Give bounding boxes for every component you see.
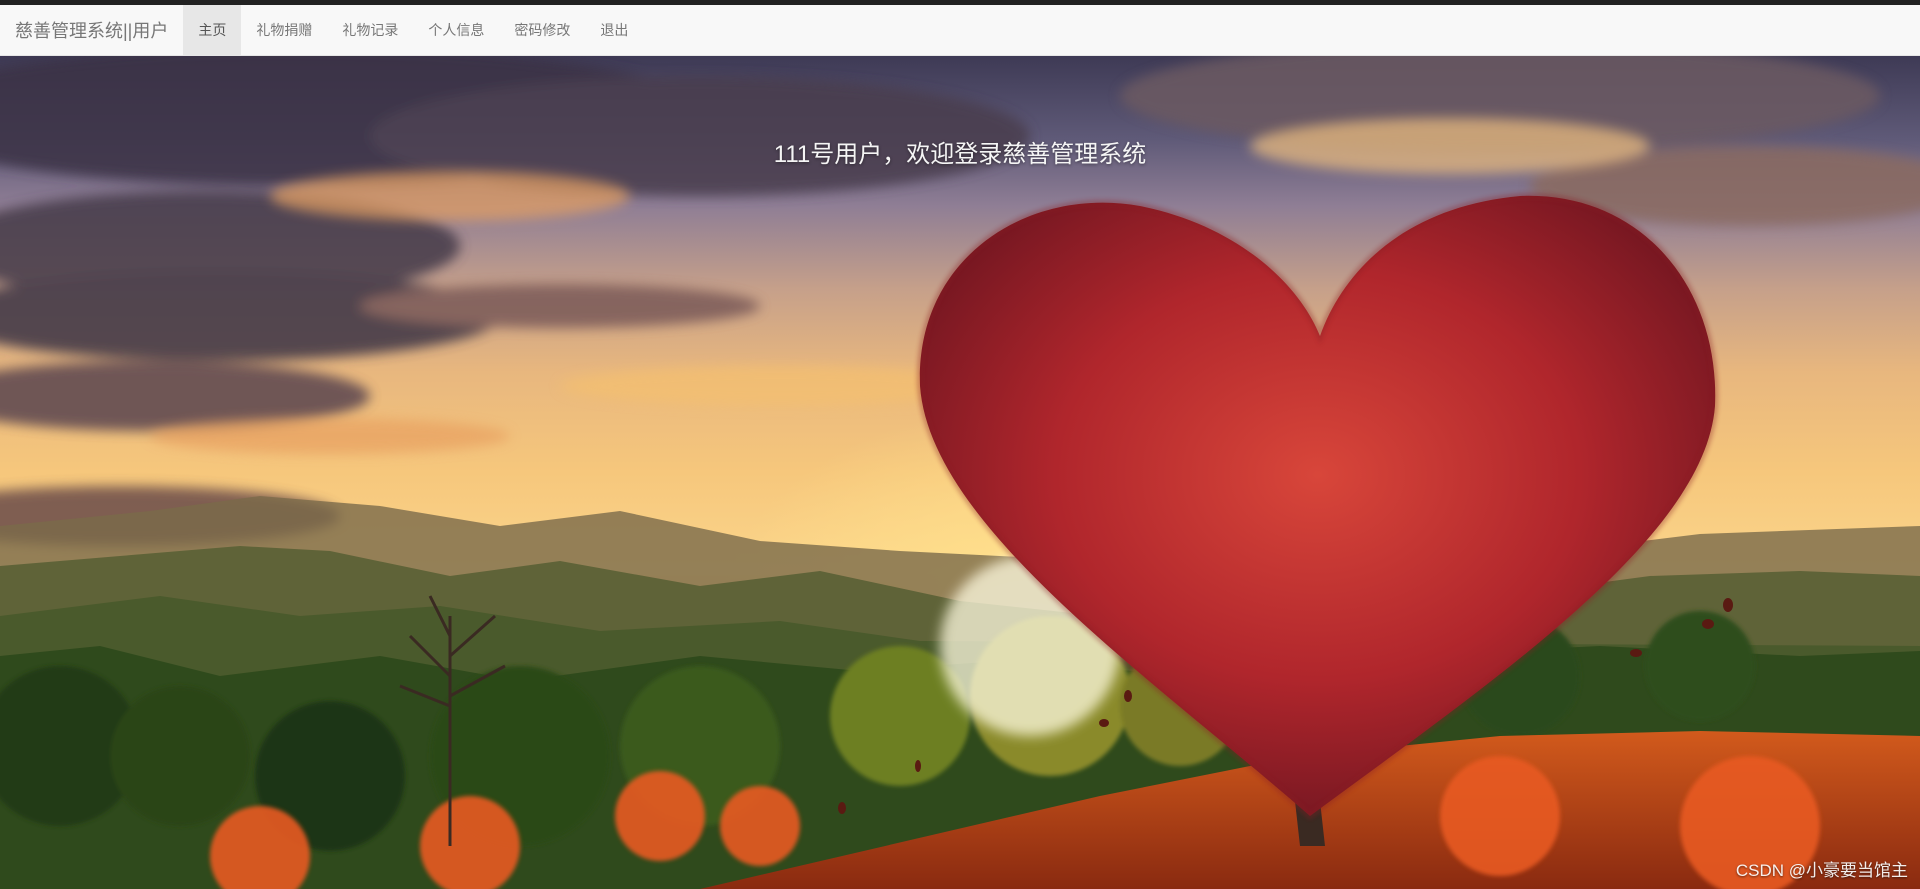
nav-item-gift-donation[interactable]: 礼物捐赠 — [241, 5, 327, 55]
nav-item-home[interactable]: 主页 — [183, 5, 242, 55]
nav-item-logout[interactable]: 退出 — [585, 5, 643, 55]
hero-background-image — [0, 56, 1920, 889]
hero-banner: 111号用户，欢迎登录慈善管理系统 CSDN @小豪要当馆主 — [0, 56, 1920, 889]
navbar-brand[interactable]: 慈善管理系统||用户 — [0, 5, 183, 55]
nav-item-gift-records[interactable]: 礼物记录 — [327, 5, 413, 55]
nav-menu: 主页 礼物捐赠 礼物记录 个人信息 密码修改 退出 — [183, 5, 643, 55]
nav-item-personal-info[interactable]: 个人信息 — [413, 5, 499, 55]
top-navbar: 慈善管理系统||用户 主页 礼物捐赠 礼物记录 个人信息 密码修改 退出 — [0, 5, 1920, 56]
welcome-message: 111号用户，欢迎登录慈善管理系统 — [773, 141, 1147, 168]
nav-item-change-password[interactable]: 密码修改 — [499, 5, 585, 55]
csdn-watermark: CSDN @小豪要当馆主 — [1735, 861, 1908, 880]
